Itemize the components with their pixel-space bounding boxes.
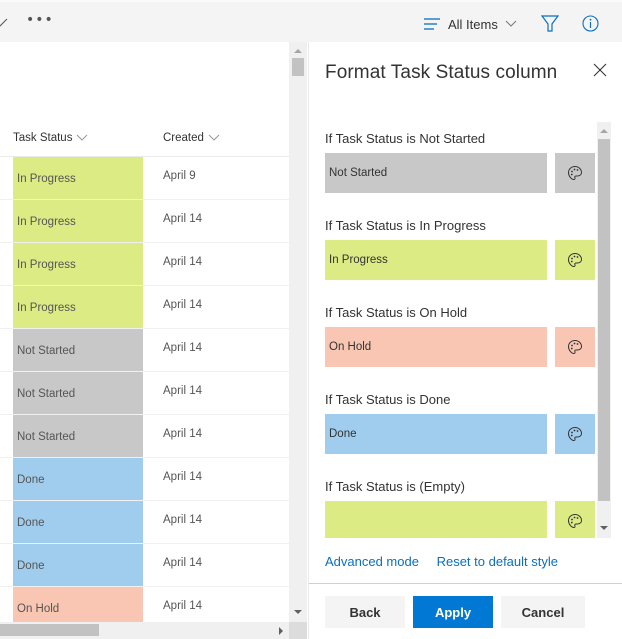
palette-icon <box>567 513 583 529</box>
divider <box>309 583 622 584</box>
task-status-cell[interactable]: In Progress <box>13 157 143 199</box>
panel-title: Format Task Status column <box>325 62 558 83</box>
format-rule: If Task Status is Done Done <box>325 383 597 470</box>
list-rows: In Progress April 9 In Progress April 14 In … <box>0 157 289 622</box>
list-vertical-scrollbar[interactable] <box>289 42 307 622</box>
table-row[interactable]: Done April 14 <box>0 544 289 587</box>
created-cell: April 14 <box>163 514 202 526</box>
task-status-cell[interactable]: Done <box>13 458 143 500</box>
column-header-task-status[interactable]: Task Status <box>13 132 88 144</box>
scroll-up-arrow-icon[interactable] <box>294 49 302 53</box>
view-selector[interactable]: All Items <box>424 14 517 34</box>
table-row[interactable]: On Hold April 14 <box>0 587 289 622</box>
column-header-created[interactable]: Created <box>163 132 220 144</box>
rule-style-preview[interactable] <box>325 501 547 538</box>
filter-icon[interactable] <box>541 15 559 32</box>
scroll-right-arrow-icon[interactable] <box>279 627 283 635</box>
edit-style-button[interactable] <box>555 240 595 280</box>
table-row[interactable]: Done April 14 <box>0 458 289 501</box>
created-cell: April 14 <box>163 342 202 354</box>
table-row[interactable]: Not Started April 14 <box>0 329 289 372</box>
edit-icon[interactable] <box>0 16 8 28</box>
panel-scrollbar[interactable] <box>597 122 611 538</box>
created-cell: April 14 <box>163 256 202 268</box>
task-status-cell[interactable]: Not Started <box>13 415 143 457</box>
advanced-mode-link[interactable]: Advanced mode <box>325 554 419 569</box>
rule-condition-label: If Task Status is On Hold <box>325 305 468 320</box>
format-rule: If Task Status is (Empty) <box>325 470 597 538</box>
task-status-cell[interactable]: Not Started <box>13 372 143 414</box>
table-row[interactable]: Not Started April 14 <box>0 415 289 458</box>
close-icon[interactable] <box>592 62 608 78</box>
list-view: Task Status Created In Progress April 9 In… <box>0 42 289 622</box>
chevron-down-icon <box>505 20 517 27</box>
view-selector-label: All Items <box>448 16 498 32</box>
created-cell: April 14 <box>163 428 202 440</box>
edit-style-button[interactable] <box>555 327 595 367</box>
created-cell: April 14 <box>163 600 202 612</box>
column-header-label: Created <box>163 132 204 144</box>
scroll-down-arrow-icon[interactable] <box>600 526 608 530</box>
created-cell: April 14 <box>163 557 202 569</box>
format-column-panel: Format Task Status column If Task Status… <box>308 42 622 639</box>
more-options-button[interactable]: ••• <box>26 12 54 28</box>
task-status-cell[interactable]: Not Started <box>13 329 143 371</box>
task-status-cell[interactable]: Done <box>13 501 143 543</box>
edit-style-button[interactable] <box>555 501 595 538</box>
scrollbar-thumb[interactable] <box>292 58 304 76</box>
created-cell: April 14 <box>163 299 202 311</box>
back-button[interactable]: Back <box>325 596 405 628</box>
scrollbar-thumb[interactable] <box>598 139 610 501</box>
rule-condition-label: If Task Status is Done <box>325 392 451 407</box>
rule-style-preview[interactable]: On Hold <box>325 327 547 367</box>
task-status-cell[interactable]: In Progress <box>13 200 143 242</box>
rule-style-preview[interactable]: Done <box>325 414 547 454</box>
reset-default-style-link[interactable]: Reset to default style <box>437 554 558 569</box>
created-cell: April 9 <box>163 170 196 182</box>
task-status-cell[interactable]: Done <box>13 544 143 586</box>
palette-icon <box>567 339 583 355</box>
table-row[interactable]: In Progress April 14 <box>0 200 289 243</box>
scrollbar-corner <box>289 622 307 639</box>
panel-links: Advanced mode Reset to default style <box>325 554 572 569</box>
created-cell: April 14 <box>163 471 202 483</box>
rule-style-preview[interactable]: Not Started <box>325 153 547 193</box>
scrollbar-thumb[interactable] <box>0 624 99 636</box>
table-row[interactable]: Done April 14 <box>0 501 289 544</box>
command-bar: ••• All Items <box>0 0 622 42</box>
cancel-button[interactable]: Cancel <box>501 596 585 628</box>
format-rule: If Task Status is In Progress In Progress <box>325 209 597 296</box>
table-row[interactable]: In Progress April 14 <box>0 243 289 286</box>
created-cell: April 14 <box>163 213 202 225</box>
scroll-down-arrow-icon[interactable] <box>294 610 302 614</box>
column-headers: Task Status Created <box>0 129 289 157</box>
task-status-cell[interactable]: In Progress <box>13 243 143 285</box>
palette-icon <box>567 426 583 442</box>
edit-style-button[interactable] <box>555 414 595 454</box>
table-row[interactable]: In Progress April 14 <box>0 286 289 329</box>
scroll-up-arrow-icon[interactable] <box>600 129 608 133</box>
rule-condition-label: If Task Status is In Progress <box>325 218 486 233</box>
palette-icon <box>567 252 583 268</box>
column-header-label: Task Status <box>13 132 73 144</box>
rule-condition-label: If Task Status is Not Started <box>325 131 486 146</box>
format-rules: If Task Status is Not Started Not Started… <box>325 122 597 538</box>
created-cell: April 14 <box>163 385 202 397</box>
chevron-down-icon <box>77 134 88 141</box>
rule-style-preview[interactable]: In Progress <box>325 240 547 280</box>
apply-button[interactable]: Apply <box>413 596 493 628</box>
edit-style-button[interactable] <box>555 153 595 193</box>
format-rule: If Task Status is On Hold On Hold <box>325 296 597 383</box>
table-row[interactable]: In Progress April 9 <box>0 157 289 200</box>
chevron-down-icon <box>208 134 220 141</box>
task-status-cell[interactable]: In Progress <box>13 286 143 328</box>
palette-icon <box>567 165 583 181</box>
table-row[interactable]: Not Started April 14 <box>0 372 289 415</box>
task-status-cell[interactable]: On Hold <box>13 587 143 622</box>
view-list-icon <box>424 18 440 30</box>
list-horizontal-scrollbar[interactable] <box>0 622 289 639</box>
info-icon[interactable] <box>582 15 599 32</box>
format-rule: If Task Status is Not Started Not Started <box>325 122 597 209</box>
rule-condition-label: If Task Status is (Empty) <box>325 479 465 494</box>
